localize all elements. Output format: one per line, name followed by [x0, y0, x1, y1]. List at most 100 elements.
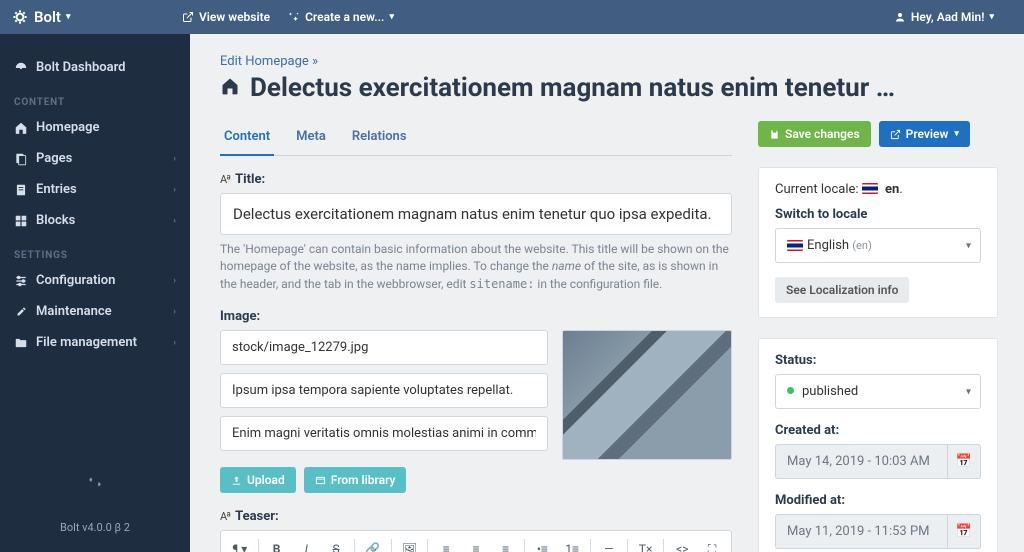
current-locale: Current locale: en. [775, 182, 981, 197]
image-path-input[interactable] [220, 330, 548, 365]
bold-button[interactable]: B [262, 535, 292, 552]
sidebar-section-content: CONTENT [0, 83, 190, 112]
fullscreen-button[interactable]: ⛶ [697, 535, 727, 552]
upload-button[interactable]: Upload [220, 467, 296, 493]
pages-icon [14, 152, 28, 166]
title-help: The 'Homepage' can contain basic informa… [220, 241, 732, 293]
status-dot-icon [787, 387, 794, 394]
sidebar-collapse[interactable] [0, 465, 190, 503]
sidebar-item-configuration[interactable]: Configuration › [0, 265, 190, 296]
library-icon [315, 475, 326, 486]
breadcrumb[interactable]: Edit Homepage » [220, 54, 998, 69]
image-thumbnail[interactable] [562, 330, 732, 460]
brand-label: Bolt [34, 8, 61, 26]
entries-icon [14, 183, 28, 197]
strike-button[interactable]: S [321, 535, 351, 552]
sidebar-item-maintenance[interactable]: Maintenance › [0, 296, 190, 327]
see-localization-button[interactable]: See Localization info [775, 277, 909, 303]
preview-icon [890, 129, 901, 140]
chevron-down-icon: ▾ [66, 12, 71, 22]
brand[interactable]: Bolt ▾ [12, 8, 182, 26]
sidebar-item-pages[interactable]: Pages › [0, 143, 190, 174]
bolt-logo-icon [12, 9, 28, 25]
sidebar-item-label: Homepage [36, 120, 100, 135]
sidebar-item-filemanagement[interactable]: File management › [0, 327, 190, 358]
list-ul-button[interactable]: •≡ [528, 535, 558, 552]
dashboard-icon [14, 61, 28, 75]
align-center-button[interactable]: ≡ [461, 535, 491, 552]
editor-toolbar: ¶ ▾ B I S 🔗 🖼 ≡ ≡ ≡ •≡ [220, 530, 732, 552]
user-icon [894, 11, 906, 23]
sidebar-item-entries[interactable]: Entries › [0, 174, 190, 205]
version-label: Bolt v4.0.0 β 2 [0, 503, 190, 552]
sidebar-item-label: Pages [36, 151, 72, 166]
status-label: Status: [775, 353, 981, 368]
upload-icon [231, 475, 242, 486]
image-field-label: Image: [220, 309, 732, 324]
chevron-right-icon: › [173, 154, 176, 164]
save-button[interactable]: Save changes [758, 121, 871, 147]
folder-icon [14, 336, 28, 350]
created-label: Created at: [775, 423, 981, 438]
sidebar-item-dashboard[interactable]: Bolt Dashboard [0, 52, 190, 83]
magic-icon [288, 11, 300, 23]
switch-locale-label: Switch to locale [775, 207, 981, 222]
user-greeting: Hey, Aad Min! [911, 10, 985, 24]
image-title-input[interactable] [220, 373, 548, 408]
text-icon: Aª [220, 510, 230, 523]
sidebar-section-settings: SETTINGS [0, 236, 190, 265]
sidebar-item-label: Bolt Dashboard [36, 60, 126, 75]
blocks-icon [14, 214, 28, 228]
hr-button[interactable]: — [594, 535, 624, 552]
chevron-right-icon: › [173, 307, 176, 317]
sidebar-item-label: Configuration [36, 273, 115, 288]
clear-format-button[interactable]: T× [631, 535, 661, 552]
view-website-link[interactable]: View website [182, 10, 270, 24]
chevron-right-icon: › [173, 185, 176, 195]
create-new-label: Create a new... [305, 10, 384, 24]
external-link-icon [182, 11, 194, 23]
title-input[interactable] [220, 193, 732, 235]
tools-icon [14, 305, 28, 319]
list-ol-button[interactable]: 1≡ [557, 535, 587, 552]
sidebar-item-homepage[interactable]: Homepage [0, 112, 190, 143]
topbar: Bolt ▾ View website Create a new... ▾ He… [0, 0, 1024, 34]
create-new-menu[interactable]: Create a new... ▾ [288, 10, 394, 24]
chevron-down-icon: ▾ [389, 12, 394, 22]
sidebar-item-label: Entries [36, 182, 77, 197]
flag-icon [862, 183, 878, 194]
link-button[interactable]: 🔗 [358, 535, 388, 552]
modified-label: Modified at: [775, 493, 981, 508]
home-icon [220, 76, 240, 100]
calendar-icon[interactable]: 📅 [947, 514, 981, 549]
image-button[interactable]: 🖼 [395, 535, 425, 552]
sidebar-item-blocks[interactable]: Blocks › [0, 205, 190, 236]
tab-content[interactable]: Content [220, 121, 274, 156]
preview-button[interactable]: Preview [879, 121, 970, 147]
from-library-button[interactable]: From library [304, 467, 407, 493]
locale-panel: Current locale: en. Switch to locale Eng… [758, 167, 998, 318]
user-menu[interactable]: Hey, Aad Min! ▾ [894, 10, 994, 24]
italic-button[interactable]: I [291, 535, 321, 552]
chevron-down-icon: ▾ [989, 12, 994, 22]
sidebar-item-label: Blocks [36, 213, 75, 228]
home-icon [14, 121, 28, 135]
tab-meta[interactable]: Meta [292, 121, 330, 155]
save-icon [769, 129, 780, 140]
image-alt-input[interactable] [220, 416, 548, 451]
paragraph-button[interactable]: ¶ ▾ [225, 535, 255, 552]
sidebar-item-label: Maintenance [36, 304, 112, 319]
chevron-right-icon: › [173, 338, 176, 348]
sidebar-item-label: File management [36, 335, 137, 350]
flag-icon [787, 240, 803, 251]
code-button[interactable]: <> [667, 535, 697, 552]
teaser-field-label: Aª Teaser: [220, 509, 732, 524]
align-left-button[interactable]: ≡ [431, 535, 461, 552]
align-right-button[interactable]: ≡ [491, 535, 521, 552]
title-field-label: Aª Title: [220, 172, 732, 187]
chevron-right-icon: › [173, 216, 176, 226]
calendar-icon[interactable]: 📅 [947, 444, 981, 479]
locale-select[interactable]: English (en) [775, 228, 981, 263]
status-select[interactable]: published [775, 374, 981, 409]
tab-relations[interactable]: Relations [348, 121, 411, 155]
